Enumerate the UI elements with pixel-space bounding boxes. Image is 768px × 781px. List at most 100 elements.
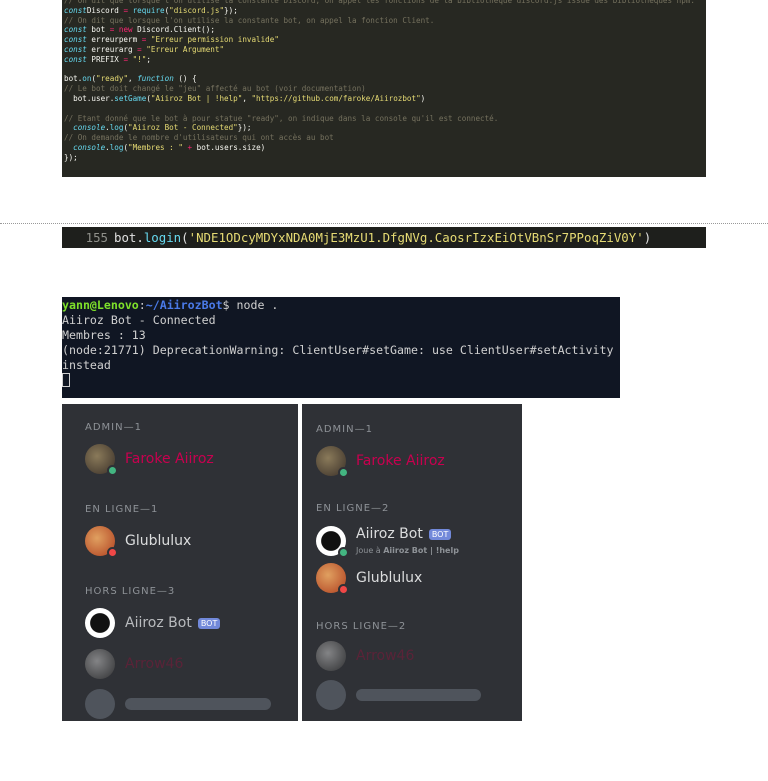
- code-token: function: [137, 74, 174, 84]
- robot-avatar: [316, 526, 349, 558]
- code-token: "Aiiroz Bot | !help": [150, 93, 243, 103]
- code-token: console: [64, 142, 106, 152]
- prompt-user: yann@Lenovo: [62, 298, 139, 312]
- member-placeholder: [85, 689, 271, 719]
- token-string: 'NDE1ODcyMDYxNDA0MjE3MzU1.DfgNVg.CaosrIz…: [188, 230, 644, 245]
- code-token: ): [420, 93, 426, 103]
- avatar-placeholder: [85, 689, 115, 719]
- code-line: // On demande le nombre d'utilisateurs q…: [64, 133, 706, 143]
- group-header-online: EN LIGNE—1: [85, 504, 159, 515]
- member-faroke[interactable]: Faroke Aiiroz: [316, 446, 445, 478]
- avatar: [316, 446, 349, 478]
- name-placeholder: [356, 689, 481, 701]
- code-token: ;: [146, 54, 151, 64]
- member-aiiroz-bot[interactable]: Aiiroz Bot BOT Joue à Aiiroz Bot | !help: [316, 524, 516, 558]
- code-token: });: [224, 5, 238, 15]
- avatar: [316, 563, 349, 595]
- code-token: const: [64, 44, 87, 54]
- code-line: const erreurarg = "Erreur Argument": [64, 45, 706, 55]
- prompt-sep: :: [138, 298, 146, 312]
- code-token: "https://github.com/faroke/Aiirozbot": [251, 93, 421, 103]
- terminal-output: Aiiroz Bot - Connected: [62, 313, 216, 327]
- code-token: setGame: [114, 93, 147, 103]
- code-line: });: [64, 153, 706, 163]
- code-token: erreurperm: [86, 35, 142, 45]
- member-name: Arrow46: [125, 656, 184, 672]
- code-token: // Etant donné que le bot à pour statue …: [64, 113, 499, 123]
- code-token: PREFIX: [86, 54, 124, 64]
- code-line: bot.user.setGame("Aiiroz Bot | !help", "…: [64, 94, 706, 104]
- code-fn: login: [143, 230, 182, 245]
- member-list-before: ADMIN—1 Faroke Aiiroz EN LIGNE—1 Glublul…: [62, 404, 298, 721]
- member-arrow46[interactable]: Arrow46: [85, 649, 183, 679]
- prompt-path: ~/AiirozBot: [145, 298, 223, 312]
- code-line: // On dit que lorsque l'on utilise la co…: [64, 16, 706, 26]
- code-line: console.log("Aiiroz Bot - Connected"});: [64, 123, 706, 133]
- code-token: bot.user.: [64, 93, 115, 103]
- status-online-icon: [338, 547, 349, 558]
- line-number: 155: [85, 230, 108, 245]
- code-token: "Erreur permission invalide": [146, 35, 279, 45]
- bot-badge: BOT: [197, 617, 221, 629]
- terminal-output: Membres : 13: [62, 328, 146, 342]
- status-dnd-icon: [107, 547, 118, 558]
- activity-prefix: Joue à: [356, 546, 384, 555]
- code-line: const PREFIX = "!";: [64, 55, 706, 65]
- code-token: ,: [128, 74, 138, 84]
- terminal: yann@Lenovo:~/AiirozBot$ node . Aiiroz B…: [62, 297, 620, 398]
- code-token: log: [109, 142, 124, 152]
- code-token: require: [128, 5, 165, 15]
- terminal-cursor: [62, 373, 70, 387]
- code-token: +: [182, 142, 193, 152]
- member-aiiroz-bot[interactable]: Aiiroz Bot BOT: [85, 608, 221, 638]
- code-token: console: [64, 123, 106, 133]
- paren: (: [181, 230, 189, 245]
- member-name: Aiiroz Bot: [125, 615, 192, 631]
- bot-badge: BOT: [428, 528, 452, 540]
- avatar: [316, 641, 346, 671]
- avatar-placeholder: [316, 680, 346, 710]
- member-glublulux[interactable]: Glublulux: [85, 526, 191, 558]
- avatar: [85, 444, 118, 476]
- paren: ): [643, 230, 652, 245]
- member-glublulux[interactable]: Glublulux: [316, 563, 423, 595]
- activity-name: Aiiroz Bot | !help: [383, 546, 459, 555]
- member-placeholder: [316, 680, 481, 710]
- code-prefix: bot.: [114, 230, 144, 245]
- code-token: "discord.js": [169, 5, 225, 15]
- member-name: Aiiroz Bot: [356, 526, 423, 542]
- code-token: const: [64, 35, 87, 45]
- code-token: bot.users.size): [192, 142, 266, 152]
- code-token: });: [64, 152, 78, 162]
- member-arrow46[interactable]: Arrow46: [316, 641, 414, 671]
- code-token: // On demande le nombre d'utilisateurs q…: [64, 133, 334, 143]
- avatar: [85, 649, 115, 679]
- member-name: Glublulux: [356, 570, 423, 586]
- robot-avatar: [85, 608, 115, 638]
- member-faroke[interactable]: Faroke Aiiroz: [85, 444, 214, 476]
- code-line: console.log("Membres : " + bot.users.siz…: [64, 143, 706, 153]
- terminal-output: instead: [62, 358, 111, 372]
- terminal-output: (node:21771) DeprecationWarning: ClientU…: [62, 343, 614, 357]
- prompt-command: $ node .: [222, 298, 279, 312]
- code-token: erreurarg: [86, 44, 138, 54]
- code-editor-screenshot: // On dit que lorsque l'on utilise la co…: [62, 0, 706, 177]
- group-header-online: EN LIGNE—2: [316, 503, 390, 514]
- code-token: // On dit que lorsque l'on utilise la co…: [64, 15, 435, 25]
- code-token: "ready": [96, 74, 129, 84]
- member-name: Arrow46: [356, 648, 415, 664]
- code-line: constDiscord = require("discord.js"});: [64, 6, 706, 16]
- code-line: bot.on("ready", function () {: [64, 74, 706, 84]
- code-token: // Le bot doit changé le "jeu" affecté a…: [64, 84, 366, 94]
- code-line: const erreurperm = "Erreur permission in…: [64, 35, 706, 45]
- activity-status: Joue à Aiiroz Bot | !help: [356, 546, 459, 555]
- member-name: Faroke Aiiroz: [125, 451, 214, 467]
- member-list-after: ADMIN—1 Faroke Aiiroz EN LIGNE—2 Aiiroz …: [302, 404, 522, 721]
- group-header-offline: HORS LIGNE—2: [316, 621, 407, 632]
- status-online-icon: [338, 467, 349, 478]
- terminal-prompt: yann@Lenovo:~/AiirozBot$ node .: [62, 298, 620, 313]
- name-placeholder: [125, 698, 271, 710]
- code-token: const: [64, 54, 87, 64]
- code-token: Discord: [86, 5, 124, 15]
- status-online-icon: [107, 465, 118, 476]
